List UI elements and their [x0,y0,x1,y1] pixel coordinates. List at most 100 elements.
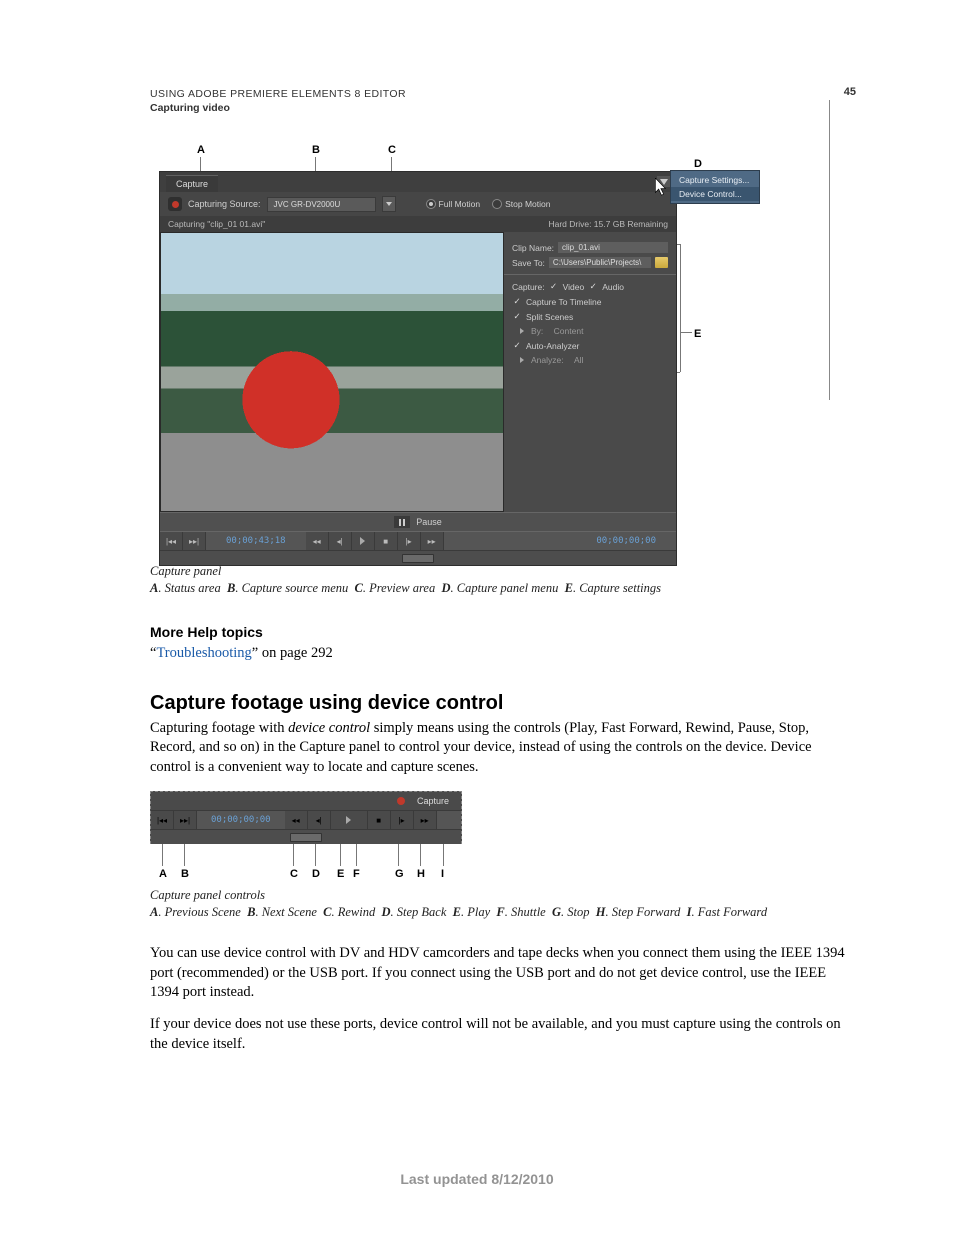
figure1-key: A. Status area B. Capture source menu C.… [150,581,854,596]
prev-scene-button[interactable]: |◂◂ [160,532,183,550]
fast-forward-button[interactable]: ▸▸ [421,532,444,550]
figure-capture-panel: A B C D E Capture [150,150,740,560]
stop-motion-label: Stop Motion [505,199,550,209]
more-help-line: “Troubleshooting” on page 292 [150,644,854,664]
figure1-caption: Capture panel [150,564,854,579]
split-scenes-checkbox[interactable]: ✓ [512,311,522,322]
play-button[interactable] [331,811,368,829]
capture-timeline-checkbox[interactable]: ✓ [512,296,522,307]
save-to-field[interactable]: C:\Users\Public\Projects\ [549,257,651,268]
preview-area [160,232,504,512]
troubleshooting-link[interactable]: Troubleshooting [156,645,251,661]
callout-d: D [312,868,320,880]
play-icon [360,537,365,545]
stop-button[interactable]: ■ [368,811,391,829]
video-label: Video [563,282,585,292]
auto-analyzer-checkbox[interactable]: ✓ [512,340,522,351]
full-motion-radio[interactable] [426,199,436,209]
figure2-caption: Capture panel controls [150,888,854,903]
record-indicator-icon [168,197,182,211]
pause-button-icon[interactable] [394,516,410,528]
step-back-button[interactable]: ◂| [308,811,331,829]
timecode: 00;00;00;00 [197,815,285,825]
split-scenes-label: Split Scenes [526,312,573,322]
callout-line [680,244,681,372]
step-back-button[interactable]: ◂| [329,532,352,550]
by-label: By: [531,326,543,336]
audio-label: Audio [602,282,624,292]
controls-panel-ui: Capture |◂◂ ▸▸| 00;00;00;00 ◂◂ ◂| ■ |▸ ▸… [150,791,462,844]
step-forward-button[interactable]: |▸ [391,811,414,829]
capture-timeline-label: Capture To Timeline [526,297,601,307]
capture-source-label: Capturing Source: [188,199,261,209]
step-forward-button[interactable]: |▸ [398,532,421,550]
callout-line [680,332,692,333]
expand-arrow-icon[interactable] [520,357,524,363]
callout-e: E [337,868,344,880]
para-ieee1394: You can use device control with DV and H… [150,944,854,1003]
panel-flyout-menu: Capture Settings... Device Control... [670,170,760,204]
running-header-section: Capturing video [150,102,854,114]
by-value: Content [554,326,584,336]
status-left: Capturing "clip_01 01.avi" [168,219,265,229]
capture-source-field[interactable]: JVC GR-DV2000U [267,197,376,212]
stop-motion-radio[interactable] [492,199,502,209]
pause-label: Pause [416,517,442,527]
browse-folder-icon[interactable] [655,257,668,268]
status-right: Hard Drive: 15.7 GB Remaining [548,219,668,229]
callout-g: G [395,868,404,880]
cursor-icon [654,178,670,198]
para-device-control-intro: Capturing footage with device control si… [150,719,854,778]
rewind-button[interactable]: ◂◂ [306,532,329,550]
callout-f: F [353,868,360,880]
callout-a: A [159,868,167,880]
callout-b: B [181,868,189,880]
figure-capture-controls: Capture |◂◂ ▸▸| 00;00;00;00 ◂◂ ◂| ■ |▸ ▸… [150,791,490,884]
more-help-heading: More Help topics [150,624,854,640]
video-checkbox[interactable]: ✓ [549,281,559,292]
callout-letter-e: E [694,328,701,340]
next-scene-button[interactable]: ▸▸| [183,532,206,550]
section-heading: Capture footage using device control [150,692,854,715]
capture-source-dropdown[interactable] [382,196,396,212]
capture-tab[interactable]: Capture [166,175,218,192]
callout-i: I [441,868,444,880]
callout-letter-c: C [388,144,396,156]
callout-h: H [417,868,425,880]
timecode-right: 00;00;00;00 [576,536,676,546]
audio-checkbox[interactable]: ✓ [588,281,598,292]
clip-name-label: Clip Name: [512,243,554,253]
auto-analyzer-label: Auto-Analyzer [526,341,579,351]
capture-button[interactable]: Capture [411,795,455,807]
capture-panel-ui: Capture Capturing Source: JVC GR-DV2000U… [160,172,676,565]
fast-forward-button[interactable]: ▸▸ [414,811,437,829]
next-scene-button[interactable]: ▸▸| [174,811,197,829]
callout-letter-a: A [197,144,205,156]
callout-c: C [290,868,298,880]
prev-scene-button[interactable]: |◂◂ [151,811,174,829]
save-to-label: Save To: [512,258,545,268]
running-header-title: USING ADOBE PREMIERE ELEMENTS 8 EDITOR [150,88,854,100]
para-no-device-control: If your device does not use these ports,… [150,1015,854,1054]
callout-letter-b: B [312,144,320,156]
capture-settings-side: Clip Name: clip_01.avi Save To: C:\Users… [504,232,676,512]
shuttle-slider[interactable] [290,833,322,842]
analyze-value: All [574,355,583,365]
rewind-button[interactable]: ◂◂ [285,811,308,829]
clip-name-field[interactable]: clip_01.avi [558,242,668,253]
figure2-key: A. Previous Scene B. Next Scene C. Rewin… [150,905,854,920]
analyze-label: Analyze: [531,355,564,365]
record-icon [397,797,405,805]
stop-button[interactable]: ■ [375,532,398,550]
shuttle-slider[interactable] [402,554,434,563]
expand-arrow-icon[interactable] [520,328,524,334]
play-button[interactable] [352,532,375,550]
menu-item-device-control[interactable]: Device Control... [671,187,759,201]
menu-item-capture-settings[interactable]: Capture Settings... [671,173,759,187]
right-margin-rule [829,100,830,400]
footer-updated: Last updated 8/12/2010 [0,1171,954,1187]
full-motion-label: Full Motion [439,199,481,209]
capture-label: Capture: [512,282,545,292]
play-icon [346,816,351,824]
callout-letter-d: D [694,158,702,170]
